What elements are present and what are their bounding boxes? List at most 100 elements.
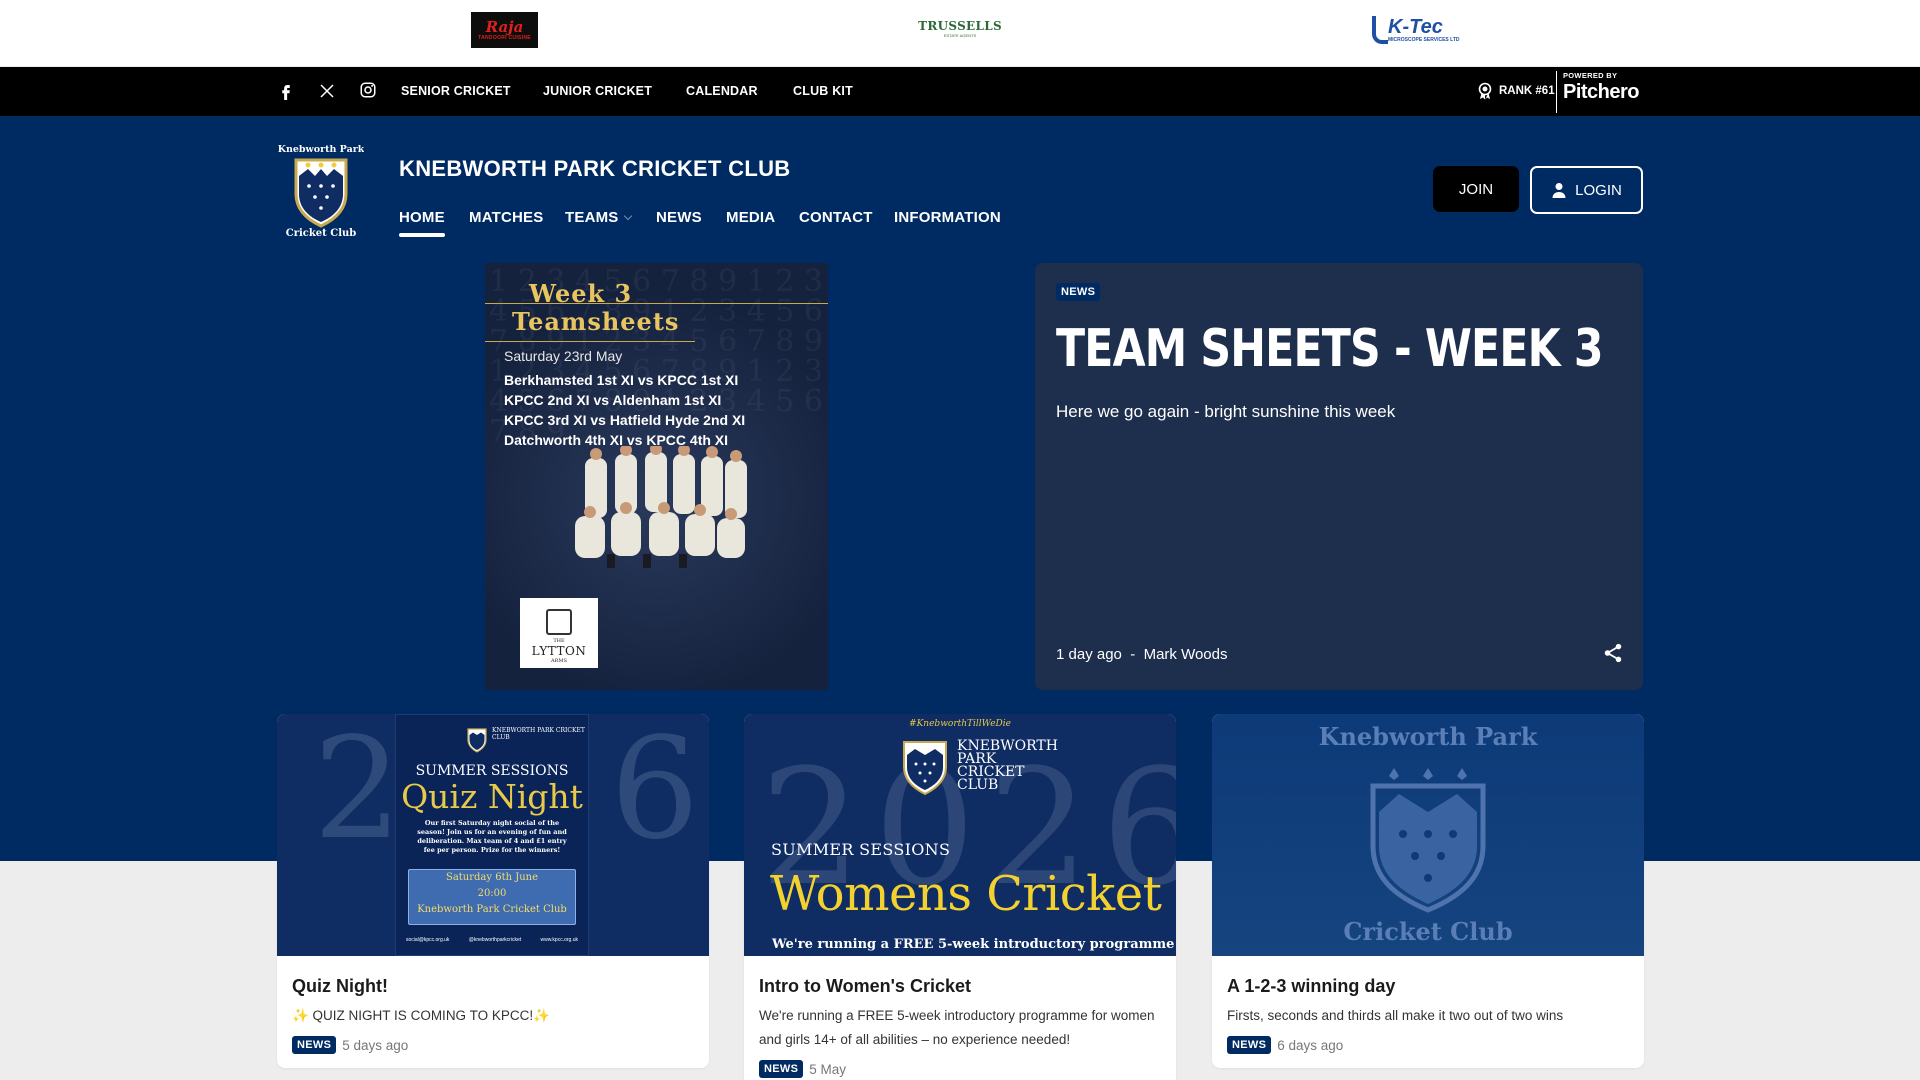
featured-author: Mark Woods xyxy=(1143,646,1228,663)
flyer-venue: Knebworth Park Cricket Club xyxy=(417,904,567,915)
join-button[interactable]: JOIN xyxy=(1433,166,1519,212)
image-crest-bottom: Cricket Club xyxy=(1343,917,1513,946)
news-badge: NEWS xyxy=(1056,283,1101,301)
sponsor-ktec-sub: MICROSCOPE SERVICES LTD xyxy=(1388,37,1460,43)
flyer-instagram: @knebworthparkcricket xyxy=(468,937,522,943)
featured-title[interactable]: TEAM SHEETS - WEEK 3 xyxy=(1056,319,1604,379)
lytton-name: LYTTON xyxy=(531,644,587,658)
flyer-club-name: KNEBWORTH PARK CRICKET CLUB xyxy=(957,738,1058,793)
sponsor-ktec-logo[interactable]: K-Tec MICROSCOPE SERVICES LTD xyxy=(1370,12,1460,48)
club-crest-logo[interactable]: Knebworth Park Cricket Club xyxy=(278,142,365,239)
card-time: 5 days ago xyxy=(342,1037,409,1053)
rosette-icon xyxy=(1478,82,1492,100)
nav-home[interactable]: HOME xyxy=(399,209,445,237)
sponsor-ktec-name: K-Tec xyxy=(1388,16,1443,38)
poster-fixture: KPCC 2nd XI vs Aldenham 1st XI xyxy=(504,392,722,408)
club-rank[interactable]: RANK #61 xyxy=(1477,82,1555,100)
sponsor-raja-logo[interactable]: Raja TANDOORI CUISINE xyxy=(471,12,538,48)
flyer-website: www.kpcc.org.uk xyxy=(540,937,578,943)
card-time: 6 days ago xyxy=(1277,1037,1344,1053)
crest-top-text: Knebworth Park xyxy=(278,144,364,155)
quiz-night-flyer: KNEBWORTH PARK CRICKET CLUB SUMMER SESSI… xyxy=(395,714,589,956)
news-badge: NEWS xyxy=(1227,1036,1272,1054)
facebook-icon[interactable] xyxy=(277,82,295,100)
sponsor-trussells-sub: ESTATE AGENTS xyxy=(943,32,977,38)
nav-calendar[interactable]: CALENDAR xyxy=(686,84,758,98)
x-icon[interactable] xyxy=(318,82,336,100)
card-meta: NEWS 5 days ago xyxy=(292,1036,694,1054)
chevron-down-icon xyxy=(623,211,632,221)
lytton-arms-logo: THE LYTTON ARMS xyxy=(520,598,598,668)
featured-meta: 1 day ago - Mark Woods xyxy=(1056,646,1228,663)
news-badge: NEWS xyxy=(759,1060,804,1078)
card-title[interactable]: A 1-2-3 winning day xyxy=(1227,976,1629,997)
club-crest-icon xyxy=(1370,768,1486,913)
poster-date: Saturday 23rd May xyxy=(504,348,623,364)
nav-contact[interactable]: CONTACT xyxy=(799,209,873,226)
poster-title-line2: Teamsheets xyxy=(512,307,680,336)
nav-media[interactable]: MEDIA xyxy=(726,209,775,226)
nav-junior-cricket[interactable]: JUNIOR CRICKET xyxy=(543,84,652,98)
sponsor-trussells-name: TRUSSELLS xyxy=(918,18,1002,33)
news-card-winning-day[interactable]: Knebworth Park Cricket Club A 1-2-3 winn… xyxy=(1212,714,1644,1068)
news-card-quiz-night[interactable]: 2026 KNEBWORTH PARK CRICKET CLUB SUMMER … xyxy=(277,714,709,1068)
nav-club-kit[interactable]: CLUB KIT xyxy=(793,84,853,98)
featured-time: 1 day ago xyxy=(1056,646,1122,663)
top-navigation: SENIOR CRICKET JUNIOR CRICKET CALENDAR C… xyxy=(0,67,1920,116)
flyer-heading: SUMMER SESSIONS xyxy=(771,840,951,859)
login-label: LOGIN xyxy=(1575,181,1622,199)
flyer-event-box: Saturday 6th June 20:00 Knebworth Park C… xyxy=(408,869,576,925)
card-excerpt: Firsts, seconds and thirds all make it t… xyxy=(1227,1008,1564,1023)
crest-bottom-text: Cricket Club xyxy=(286,228,357,238)
pitchero-logo: Pitchero xyxy=(1563,81,1640,103)
nav-teams-label: TEAMS xyxy=(565,209,619,226)
card-excerpt: We're running a FREE 5-week introductory… xyxy=(759,1008,1155,1047)
nav-matches[interactable]: MATCHES xyxy=(469,209,543,226)
nav-senior-cricket[interactable]: SENIOR CRICKET xyxy=(401,84,511,98)
flyer-time: 20:00 xyxy=(477,888,507,899)
featured-news-card[interactable]: NEWS TEAM SHEETS - WEEK 3 Here we go aga… xyxy=(1035,263,1643,690)
sponsor-bar: Raja TANDOORI CUISINE TRUSSELLS ESTATE A… xyxy=(0,0,1920,66)
image-crest-top: Knebworth Park xyxy=(1318,722,1538,751)
poster-title-line1: Week 3 xyxy=(529,279,633,308)
card-image: 2026 #KnebworthTillWeDie KNEBWORTH PARK … xyxy=(744,714,1176,956)
card-time: 5 May xyxy=(809,1061,846,1077)
login-button[interactable]: LOGIN xyxy=(1530,166,1643,214)
powered-by-label: POWERED BY xyxy=(1563,71,1618,80)
club-name: KNEBWORTH PARK CRICKET CLUB xyxy=(399,156,791,181)
flyer-tagline: We're running a FREE 5-week introductory… xyxy=(772,937,1175,952)
featured-poster-image[interactable]: 1 2 3 4 5 6 7 8 9 1 2 3 4 5 6 7 8 9 1 2 … xyxy=(485,263,828,690)
nav-information[interactable]: INFORMATION xyxy=(894,209,1001,226)
nav-news[interactable]: NEWS xyxy=(656,209,702,226)
flyer-footer: social@kpcc.org.uk @knebworthparkcricket… xyxy=(406,937,578,943)
card-title[interactable]: Quiz Night! xyxy=(292,976,694,997)
news-card-womens-cricket[interactable]: 2026 #KnebworthTillWeDie KNEBWORTH PARK … xyxy=(744,714,1176,1080)
share-icon[interactable] xyxy=(1602,642,1624,664)
instagram-icon[interactable] xyxy=(359,81,377,99)
flyer-email: social@kpcc.org.uk xyxy=(406,937,450,943)
microscope-icon xyxy=(1372,16,1388,44)
sponsor-trussells-logo[interactable]: TRUSSELLS ESTATE AGENTS xyxy=(918,16,1002,40)
card-title[interactable]: Intro to Women's Cricket xyxy=(759,976,1161,997)
sponsor-raja-name: Raja xyxy=(485,18,524,36)
poster-fixture: Berkhamsted 1st XI vs KPCC 1st XI xyxy=(504,372,739,388)
sponsor-raja-sub: TANDOORI CUISINE xyxy=(478,35,531,41)
flyer-title: Womens Cricket xyxy=(770,866,1162,922)
rank-label: RANK #61 xyxy=(1499,85,1555,97)
lytton-sub: ARMS xyxy=(551,658,567,664)
user-icon xyxy=(1552,183,1566,198)
club-crest-icon xyxy=(903,741,947,796)
team-photo xyxy=(575,446,747,568)
meta-separator: - xyxy=(1130,646,1136,663)
flyer-title: Quiz Night xyxy=(401,777,583,816)
card-meta: NEWS 6 days ago xyxy=(1227,1036,1629,1054)
nav-teams[interactable]: TEAMS xyxy=(565,209,632,226)
club-crest-icon xyxy=(467,728,487,753)
card-excerpt: ✨ QUIZ NIGHT IS COMING TO KPCC!✨ xyxy=(292,1008,550,1023)
powered-by-pitchero[interactable]: POWERED BY Pitchero xyxy=(1556,71,1640,113)
pub-sign-icon xyxy=(546,609,572,635)
card-image: Knebworth Park Cricket Club xyxy=(1212,714,1644,956)
featured-subtitle: Here we go again - bright sunshine this … xyxy=(1056,402,1396,421)
flyer-hashtag: #KnebworthTillWeDie xyxy=(909,719,1011,729)
news-badge: NEWS xyxy=(292,1036,337,1054)
